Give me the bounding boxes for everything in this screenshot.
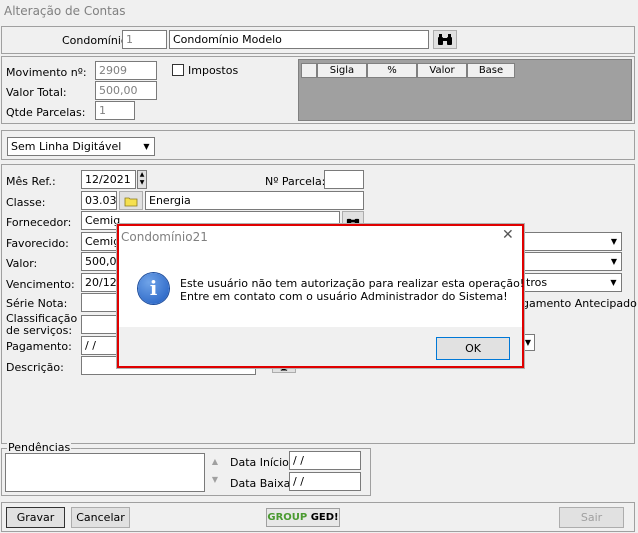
- ok-button[interactable]: OK: [436, 337, 510, 360]
- grid-indicator-col: [301, 63, 317, 78]
- movimento-label: Movimento nº:: [6, 66, 87, 79]
- tipo-value: tros: [526, 276, 548, 289]
- mes-ref-input[interactable]: 12/2021: [81, 170, 136, 189]
- chevron-down-icon: ▼: [139, 138, 154, 155]
- valor-total-input[interactable]: 500,00: [95, 81, 157, 100]
- sair-label: Sair: [580, 511, 603, 524]
- grid-col-sigla[interactable]: Sigla: [317, 63, 367, 78]
- qtde-parcelas-input[interactable]: 1: [95, 101, 135, 120]
- qtde-parcelas-label: Qtde Parcelas:: [6, 106, 86, 119]
- chevron-down-icon: ▼: [606, 274, 621, 291]
- gravar-label: Gravar: [16, 511, 55, 524]
- dialog-message-line2: Entre em contato com o usuário Administr…: [180, 290, 508, 303]
- linha-digitavel-panel: Sem Linha Digitável ▼: [1, 130, 635, 160]
- grid-col-valor[interactable]: Valor: [417, 63, 467, 78]
- impostos-label: Impostos: [188, 64, 239, 77]
- condominio-code-input[interactable]: 1: [122, 30, 167, 49]
- grid-col-base[interactable]: Base: [467, 63, 515, 78]
- movimento-input[interactable]: 2909: [95, 61, 157, 80]
- data-inicio-label: Data Início:: [230, 456, 293, 469]
- dialog-title: Condomínio21: [121, 230, 208, 244]
- binoculars-icon: [438, 34, 452, 45]
- classe-folder-button[interactable]: [119, 191, 143, 210]
- condominio-name-input[interactable]: Condomínio Modelo: [169, 30, 429, 49]
- pagamento-antecipado-label: gamento Antecipado: [522, 297, 637, 310]
- condominio-panel: Condomínio: 1 Condomínio Modelo: [1, 26, 635, 54]
- valor-chevron-icon[interactable]: ▼: [607, 253, 621, 270]
- linha-digitavel-select[interactable]: Sem Linha Digitável ▼: [7, 137, 155, 156]
- impostos-checkbox[interactable]: [172, 64, 184, 76]
- info-icon: i: [138, 273, 169, 304]
- logo-ged-text: GED!: [310, 512, 339, 523]
- classe-label: Classe:: [6, 196, 46, 209]
- window-title: Alteração de Contas: [4, 4, 126, 18]
- ok-label: OK: [465, 342, 481, 355]
- parcela-label: Nº Parcela:: [265, 175, 326, 188]
- grid-col-percent[interactable]: %: [367, 63, 417, 78]
- sair-button[interactable]: Sair: [559, 507, 624, 528]
- favorecido-label: Favorecido:: [6, 237, 69, 250]
- vencimento-label: Vencimento:: [6, 278, 75, 291]
- fornecedor-label: Fornecedor:: [6, 216, 72, 229]
- folder-icon: [124, 197, 138, 207]
- condominio-search-button[interactable]: [433, 30, 457, 49]
- logo-group-text: GROUP: [267, 512, 308, 523]
- dialog-close-icon[interactable]: ✕: [502, 227, 514, 243]
- movimento-panel: Movimento nº: 2909 Valor Total: 500,00 Q…: [1, 56, 635, 124]
- pagamento-label: Pagamento:: [6, 340, 72, 353]
- data-baixa-label: Data Baixa:: [230, 477, 295, 490]
- gravar-button[interactable]: Gravar: [6, 507, 65, 528]
- alert-dialog: Condomínio21 ✕ i Este usuário não tem au…: [117, 224, 524, 368]
- classificacao-label: Classificação de serviços:: [6, 312, 78, 337]
- data-baixa-input[interactable]: / /: [289, 472, 361, 491]
- tax-grid[interactable]: Sigla % Valor Base: [298, 59, 632, 121]
- mes-ref-label: Mês Ref.:: [6, 175, 56, 188]
- group-ged-logo: GROUP GED!: [266, 508, 340, 527]
- pendencias-textarea[interactable]: [5, 453, 205, 492]
- pendencias-scroll[interactable]: ▲ ▼: [207, 453, 223, 492]
- parcela-input[interactable]: [324, 170, 364, 189]
- valor-label: Valor:: [6, 257, 38, 270]
- classe-code-input[interactable]: 03.03: [81, 191, 117, 210]
- linha-digitavel-value: Sem Linha Digitável: [11, 140, 122, 153]
- cancelar-button[interactable]: Cancelar: [71, 507, 130, 528]
- descricao-label: Descrição:: [6, 361, 64, 374]
- cancelar-label: Cancelar: [76, 511, 125, 524]
- data-inicio-input[interactable]: / /: [289, 451, 361, 470]
- favorecido-chevron-icon[interactable]: ▼: [607, 233, 621, 250]
- valor-total-label: Valor Total:: [6, 86, 67, 99]
- serie-nota-label: Série Nota:: [6, 297, 68, 310]
- dialog-message-line1: Este usuário não tem autorização para re…: [180, 277, 525, 290]
- classe-name-input[interactable]: Energia: [145, 191, 364, 210]
- mes-ref-spinner[interactable]: ▲ ▼: [137, 170, 147, 189]
- condominio-label: Condomínio:: [62, 34, 132, 47]
